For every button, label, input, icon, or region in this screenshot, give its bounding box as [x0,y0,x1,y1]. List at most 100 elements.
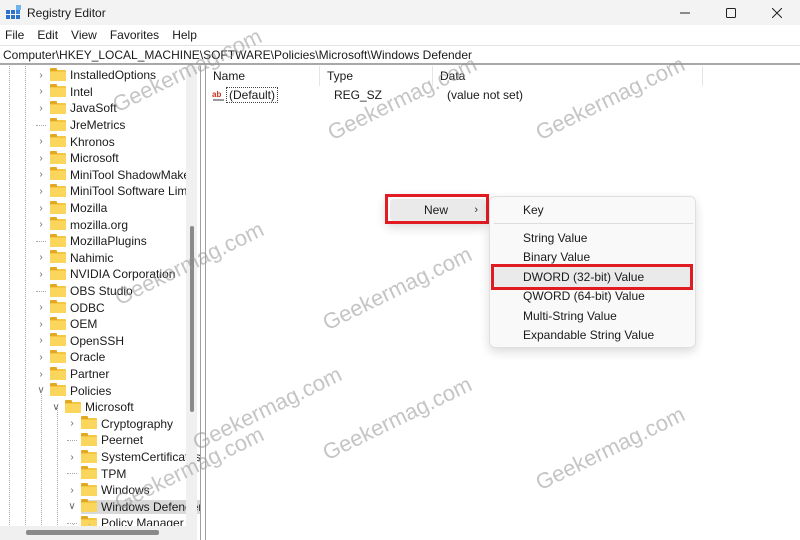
tree-item-content[interactable]: SystemCertificates [81,449,200,464]
minimize-button[interactable] [662,0,708,25]
tree-item[interactable]: › mozilla.org [36,216,131,233]
tree-item[interactable]: ∨ Microsoft [51,399,137,416]
column-header-data[interactable]: Data [433,66,703,86]
chevron-right-icon[interactable]: › [67,452,77,463]
chevron-right-icon[interactable]: › [36,319,46,330]
address-bar[interactable]: Computer\HKEY_LOCAL_MACHINE\SOFTWARE\Pol… [0,45,800,65]
chevron-right-icon[interactable]: › [36,86,46,97]
tree-item-content[interactable]: JavaSoft [50,100,120,115]
menu-edit[interactable]: Edit [37,28,58,42]
tree-item[interactable]: ∨ Windows Defender [67,499,200,516]
menu-file[interactable]: File [5,28,24,42]
close-button[interactable] [754,0,800,25]
tree-item-content[interactable]: Microsoft [50,150,122,165]
tree-item[interactable]: › ODBC [36,299,108,316]
chevron-right-icon[interactable]: › [36,169,46,180]
tree-item-label: MiniTool Software Limit [70,184,194,199]
menu-view[interactable]: View [71,28,97,42]
chevron-right-icon[interactable]: › [36,103,46,114]
tree-item[interactable]: MozillaPlugins [36,233,150,250]
tree-item[interactable]: OBS Studio [36,283,136,300]
chevron-right-icon[interactable]: › [36,302,46,313]
tree-item-content[interactable]: Peernet [81,432,146,447]
tree-item[interactable]: › MiniTool ShadowMaker [36,167,197,184]
tree-item-content[interactable]: MiniTool Software Limit [50,183,196,199]
tree-item-content[interactable]: Mozilla [50,200,110,215]
tree-item[interactable]: ∨ Policies [36,382,114,399]
submenu-item-multi-string-value[interactable]: Multi-String Value [494,306,693,326]
tree-item-content[interactable]: Microsoft [65,399,137,414]
tree-item[interactable]: › SystemCertificates [67,449,200,466]
tree-item-content[interactable]: NVIDIA Corporation [50,266,178,281]
menu-item-new[interactable]: New › [390,199,486,221]
chevron-right-icon[interactable]: › [36,335,46,346]
tree-item-content[interactable]: MiniTool ShadowMaker [50,167,197,182]
tree-item-content[interactable]: OpenSSH [50,333,127,348]
tree-item[interactable]: › JavaSoft [36,100,120,117]
tree-item[interactable]: › Nahimic [36,250,116,267]
submenu-item-binary-value[interactable]: Binary Value [494,248,693,268]
tree-item-content[interactable]: Partner [50,366,112,381]
tree-item[interactable]: › NVIDIA Corporation [36,266,178,283]
submenu-item-dword-value[interactable]: DWORD (32-bit) Value [494,267,693,287]
menu-favorites[interactable]: Favorites [110,28,159,42]
tree-item[interactable]: › Cryptography [67,416,176,433]
column-header-type[interactable]: Type [320,66,433,86]
tree-item-content[interactable]: JreMetrics [50,117,128,132]
chevron-right-icon[interactable]: › [36,352,46,363]
chevron-right-icon[interactable]: › [67,418,77,429]
column-header-name[interactable]: Name [206,66,320,86]
tree-item[interactable]: › InstalledOptions [36,67,159,84]
tree-item-content[interactable]: Policies [50,383,114,398]
chevron-down-icon[interactable]: ∨ [51,402,61,413]
tree-item[interactable]: › MiniTool Software Limit [36,183,196,200]
chevron-right-icon[interactable]: › [36,252,46,263]
tree-item-content[interactable]: OBS Studio [50,283,136,298]
submenu-item-key[interactable]: Key [494,200,693,220]
tree-item-content[interactable]: InstalledOptions [50,67,159,82]
tree-item[interactable]: › Oracle [36,349,108,366]
tree-item-content[interactable]: Oracle [50,349,108,364]
tree-item-content[interactable]: Khronos [50,134,118,149]
tree-item-content[interactable]: MozillaPlugins [50,233,150,248]
submenu-item-string-value[interactable]: String Value [494,228,693,248]
chevron-down-icon[interactable]: ∨ [67,501,77,512]
chevron-right-icon[interactable]: › [36,203,46,214]
chevron-right-icon[interactable]: › [67,485,77,496]
tree-item-content[interactable]: mozilla.org [50,217,131,232]
tree-item[interactable]: › Mozilla [36,200,110,217]
list-row[interactable]: ab (Default) REG_SZ (value not set) [206,86,523,104]
tree-item-content[interactable]: Intel [50,84,96,99]
tree-item[interactable]: › Windows [67,482,153,499]
tree-item-content[interactable]: Windows Defender [81,499,200,514]
tree-item[interactable]: JreMetrics [36,117,128,134]
tree-item[interactable]: › OEM [36,316,100,333]
tree-item-content[interactable]: Cryptography [81,416,176,431]
tree-item-content[interactable]: ODBC [50,300,108,315]
tree-item[interactable]: › OpenSSH [36,333,127,350]
chevron-right-icon[interactable]: › [36,136,46,147]
tree-item[interactable]: › Intel [36,84,96,101]
chevron-right-icon[interactable]: › [36,186,46,197]
close-icon [772,7,782,18]
tree-item[interactable]: TPM [67,465,129,482]
menu-help[interactable]: Help [172,28,197,42]
tree-item-content[interactable]: Nahimic [50,250,116,265]
submenu-item-expandable-string-value[interactable]: Expandable String Value [494,326,693,346]
chevron-right-icon[interactable]: › [36,219,46,230]
tree-item[interactable]: › Khronos [36,133,118,150]
chevron-right-icon[interactable]: › [36,70,46,81]
tree-vertical-scroll-thumb[interactable] [190,226,194,412]
chevron-right-icon[interactable]: › [36,153,46,164]
tree-item-content[interactable]: OEM [50,316,100,331]
chevron-right-icon[interactable]: › [36,269,46,280]
maximize-button[interactable] [708,0,754,25]
tree-item-content[interactable]: Windows [81,482,153,497]
submenu-item-qword-value[interactable]: QWORD (64-bit) Value [494,287,693,307]
tree-item[interactable]: › Microsoft [36,150,122,167]
tree-item[interactable]: › Partner [36,366,112,383]
tree-horizontal-scroll-thumb[interactable] [26,530,159,535]
tree-item[interactable]: Peernet [67,432,146,449]
chevron-right-icon[interactable]: › [36,369,46,380]
tree-item-content[interactable]: TPM [81,466,129,481]
